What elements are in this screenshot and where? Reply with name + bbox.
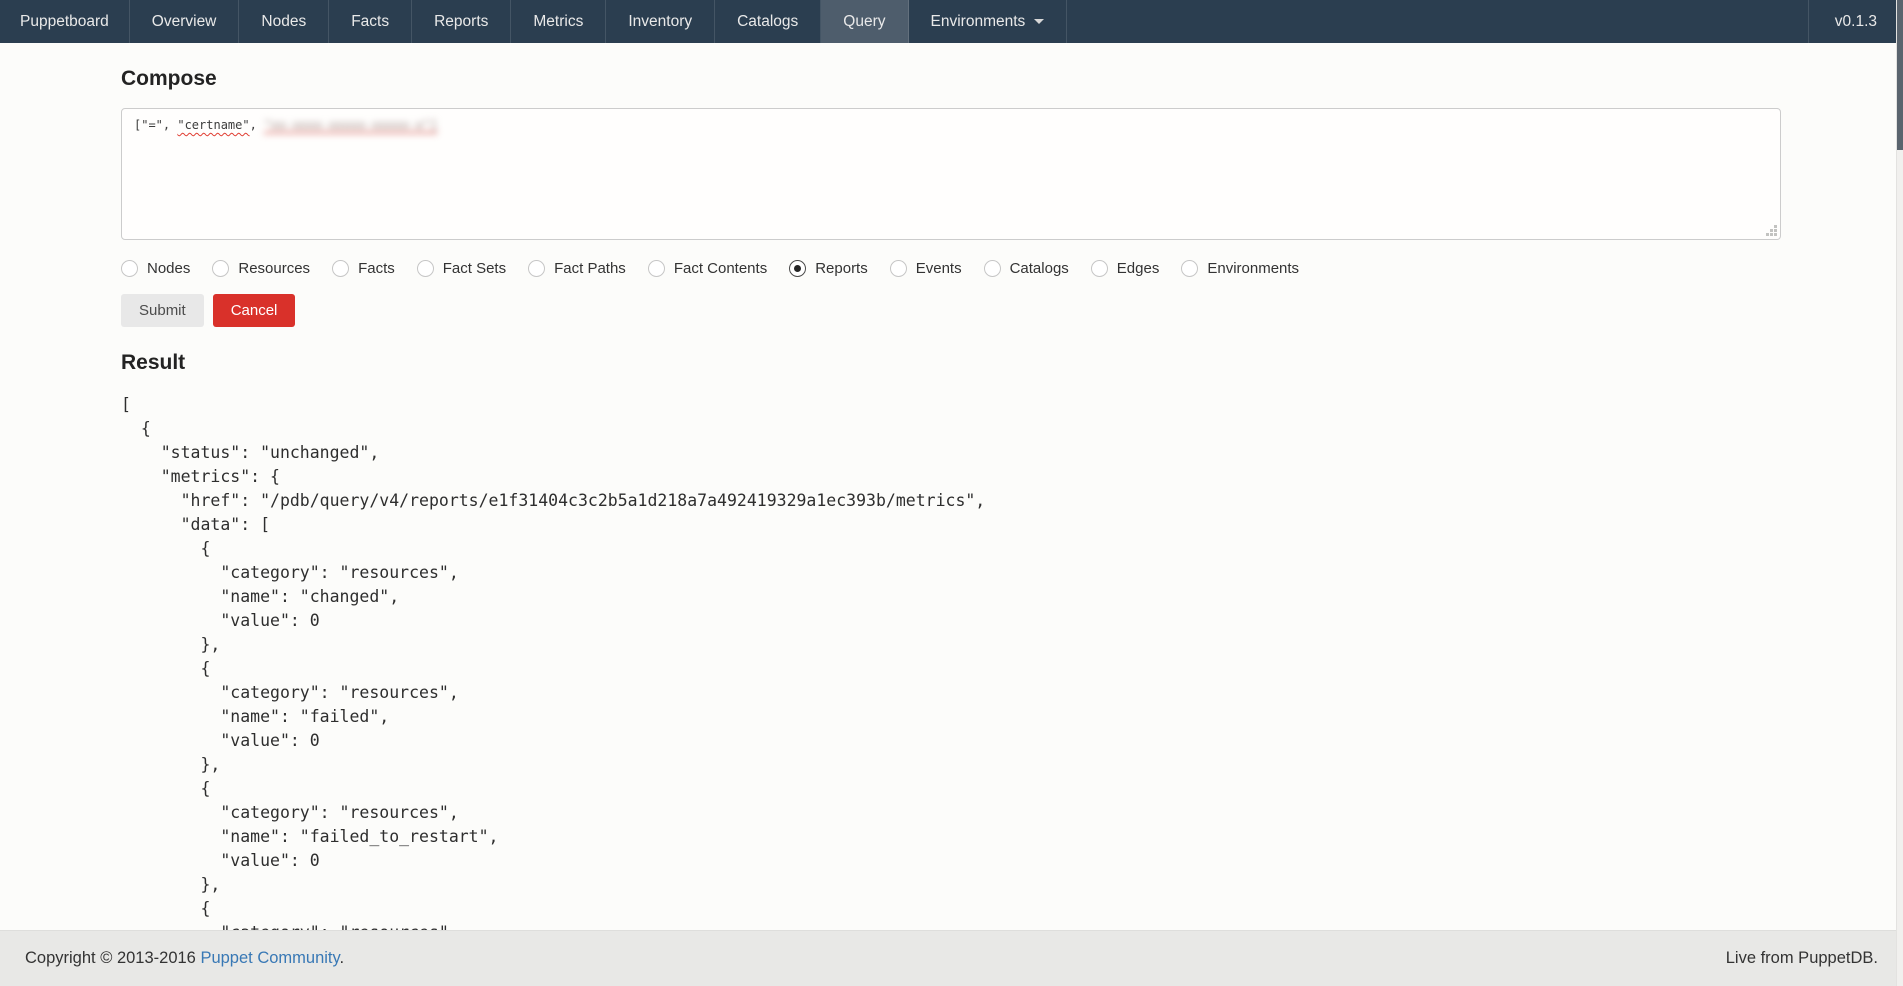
radio-facts-input[interactable]	[332, 260, 349, 277]
nav-item-reports[interactable]: Reports	[412, 0, 511, 43]
nav-item-inventory[interactable]: Inventory	[606, 0, 715, 43]
radio-fact-paths[interactable]: Fact Paths	[528, 260, 626, 277]
radio-fact-sets-label: Fact Sets	[443, 260, 506, 277]
radio-edges-label: Edges	[1117, 260, 1160, 277]
endpoint-radio-group: Nodes Resources Facts Fact Sets Fact Pat…	[121, 260, 1781, 277]
radio-fact-contents-input[interactable]	[648, 260, 665, 277]
radio-facts-label: Facts	[358, 260, 395, 277]
main-content: Compose ["=", "certname", "xx-xxxx-xxxxx…	[121, 67, 1781, 945]
nav-item-query[interactable]: Query	[821, 0, 908, 43]
copyright-text: Copyright © 2013-2016 Puppet Community.	[25, 949, 344, 968]
result-json: [ { "status": "unchanged", "metrics": { …	[121, 393, 1781, 945]
scrollbar[interactable]	[1896, 0, 1903, 986]
radio-catalogs-input[interactable]	[984, 260, 1001, 277]
copyright-suffix: .	[340, 949, 345, 967]
radio-events-label: Events	[916, 260, 962, 277]
navbar: Puppetboard Overview Nodes Facts Reports…	[0, 0, 1903, 43]
radio-fact-contents[interactable]: Fact Contents	[648, 260, 767, 277]
nav-item-catalogs[interactable]: Catalogs	[715, 0, 821, 43]
live-status-text: Live from PuppetDB.	[1726, 949, 1878, 968]
chevron-down-icon	[1034, 19, 1044, 24]
radio-edges-input[interactable]	[1091, 260, 1108, 277]
radio-fact-contents-label: Fact Contents	[674, 260, 767, 277]
radio-nodes[interactable]: Nodes	[121, 260, 190, 277]
nav-version: v0.1.3	[1808, 0, 1903, 43]
radio-resources[interactable]: Resources	[212, 260, 310, 277]
certname-token: "certname"	[177, 118, 249, 132]
nav-item-environments[interactable]: Environments	[909, 0, 1068, 43]
radio-fact-paths-label: Fact Paths	[554, 260, 626, 277]
nav-brand[interactable]: Puppetboard	[0, 0, 130, 43]
scrollbar-thumb[interactable]	[1897, 0, 1903, 150]
radio-environments-input[interactable]	[1181, 260, 1198, 277]
radio-catalogs-label: Catalogs	[1010, 260, 1069, 277]
radio-reports-label: Reports	[815, 260, 868, 277]
radio-environments-label: Environments	[1207, 260, 1299, 277]
radio-nodes-input[interactable]	[121, 260, 138, 277]
radio-nodes-label: Nodes	[147, 260, 190, 277]
query-textarea[interactable]: ["=", "certname", "xx-xxxx-xxxxx-xxxxx-x…	[121, 108, 1781, 240]
radio-fact-paths-input[interactable]	[528, 260, 545, 277]
copyright-prefix: Copyright © 2013-2016	[25, 949, 200, 967]
radio-fact-sets[interactable]: Fact Sets	[417, 260, 506, 277]
page-title-result: Result	[121, 351, 1781, 375]
radio-events[interactable]: Events	[890, 260, 962, 277]
nav-item-metrics[interactable]: Metrics	[511, 0, 606, 43]
radio-environments[interactable]: Environments	[1181, 260, 1299, 277]
radio-reports[interactable]: Reports	[789, 260, 868, 277]
radio-resources-label: Resources	[238, 260, 310, 277]
form-actions: Submit Cancel	[121, 294, 1781, 327]
query-prefix: ["=",	[134, 118, 177, 132]
nav-item-facts[interactable]: Facts	[329, 0, 412, 43]
page-title-compose: Compose	[121, 67, 1781, 91]
nav-item-overview[interactable]: Overview	[130, 0, 240, 43]
nav-environments-label: Environments	[931, 13, 1026, 31]
radio-events-input[interactable]	[890, 260, 907, 277]
radio-fact-sets-input[interactable]	[417, 260, 434, 277]
radio-catalogs[interactable]: Catalogs	[984, 260, 1069, 277]
cancel-button[interactable]: Cancel	[213, 294, 296, 327]
resize-gripper-icon[interactable]	[1765, 224, 1778, 237]
radio-edges[interactable]: Edges	[1091, 260, 1160, 277]
submit-button[interactable]: Submit	[121, 294, 204, 327]
radio-facts[interactable]: Facts	[332, 260, 395, 277]
query-separator: ,	[250, 118, 264, 132]
nav-item-nodes[interactable]: Nodes	[239, 0, 329, 43]
radio-reports-input[interactable]	[789, 260, 806, 277]
radio-resources-input[interactable]	[212, 260, 229, 277]
query-text: ["=", "certname", "xx-xxxx-xxxxx-xxxxx-x…	[134, 118, 437, 132]
footer: Copyright © 2013-2016 Puppet Community. …	[0, 930, 1903, 986]
redacted-token: "xx-xxxx-xxxxx-xxxxx-x"]	[264, 118, 437, 132]
nav-spacer	[1067, 0, 1807, 43]
puppet-community-link[interactable]: Puppet Community	[200, 949, 339, 967]
